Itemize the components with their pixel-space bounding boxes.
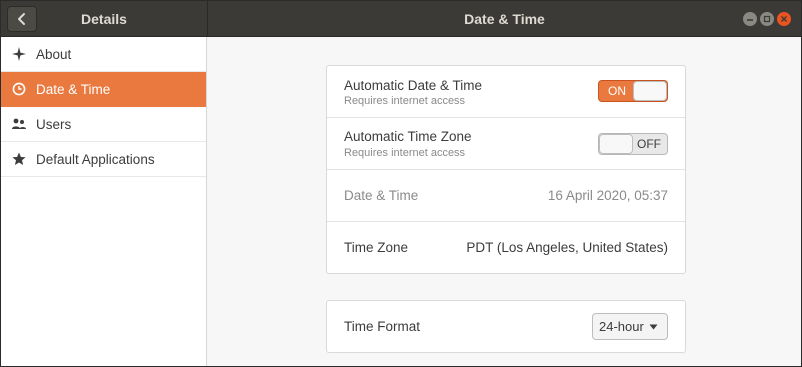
- header-bar: Details Date & Time: [1, 1, 801, 37]
- auto-timezone-switch[interactable]: OFF: [598, 133, 668, 155]
- sidebar-item-date-time[interactable]: Date & Time: [1, 72, 206, 107]
- auto-datetime-switch[interactable]: ON: [598, 80, 668, 102]
- sidebar-item-label: About: [36, 46, 72, 62]
- chevron-left-icon: [18, 13, 25, 25]
- datetime-value: 16 April 2020, 05:37: [547, 188, 668, 203]
- sidebar-item-label: Date & Time: [36, 81, 111, 97]
- auto-timezone-label: Automatic Time Zone: [344, 129, 472, 144]
- datetime-label: Date & Time: [344, 188, 419, 203]
- time-format-value: 24-hour: [599, 319, 644, 334]
- timezone-label: Time Zone: [344, 240, 409, 255]
- sidebar-item-about[interactable]: About: [1, 37, 206, 72]
- minimize-icon: [747, 19, 753, 21]
- switch-state: ON: [608, 84, 626, 98]
- switch-knob: [599, 134, 633, 154]
- sidebar-item-label: Default Applications: [36, 151, 155, 167]
- settings-window: Details Date & Time About Date & Time Us…: [0, 0, 802, 367]
- sidebar-item-label: Users: [36, 116, 72, 132]
- sidebar: About Date & Time Users Default Applicat…: [1, 37, 207, 366]
- date-time-card: Automatic Date & Time Requires internet …: [326, 65, 686, 274]
- timezone-row[interactable]: Time Zone PDT (Los Angeles, United State…: [327, 222, 685, 273]
- time-format-row: Time Format 24-hour: [327, 301, 685, 352]
- time-format-dropdown[interactable]: 24-hour: [592, 313, 668, 340]
- window-title: Date & Time: [464, 11, 545, 27]
- caret-down-icon: [649, 324, 658, 330]
- close-icon: [781, 16, 787, 22]
- maximize-button[interactable]: [760, 12, 774, 26]
- switch-state: OFF: [637, 137, 661, 151]
- users-icon: [11, 116, 27, 132]
- back-button[interactable]: [7, 6, 37, 32]
- minimize-button[interactable]: [743, 12, 757, 26]
- sidebar-item-users[interactable]: Users: [1, 107, 206, 142]
- datetime-row: Date & Time 16 April 2020, 05:37: [327, 170, 685, 222]
- main-panel: Automatic Date & Time Requires internet …: [208, 37, 801, 366]
- switch-knob: [633, 81, 667, 101]
- time-format-card: Time Format 24-hour: [326, 300, 686, 353]
- auto-datetime-sublabel: Requires internet access: [344, 95, 466, 107]
- sparkle-icon: [11, 46, 27, 62]
- close-button[interactable]: [777, 12, 791, 26]
- window-controls: [743, 12, 791, 26]
- sidebar-item-default-applications[interactable]: Default Applications: [1, 142, 206, 177]
- star-icon: [11, 151, 27, 167]
- auto-datetime-label: Automatic Date & Time: [344, 78, 483, 93]
- maximize-icon: [763, 15, 771, 23]
- timezone-value: PDT (Los Angeles, United States): [466, 240, 668, 255]
- auto-timezone-row[interactable]: Automatic Time Zone Requires internet ac…: [327, 118, 685, 170]
- auto-timezone-sublabel: Requires internet access: [344, 147, 466, 159]
- clock-icon: [11, 81, 27, 97]
- auto-datetime-row[interactable]: Automatic Date & Time Requires internet …: [327, 66, 685, 118]
- time-format-label: Time Format: [344, 319, 421, 334]
